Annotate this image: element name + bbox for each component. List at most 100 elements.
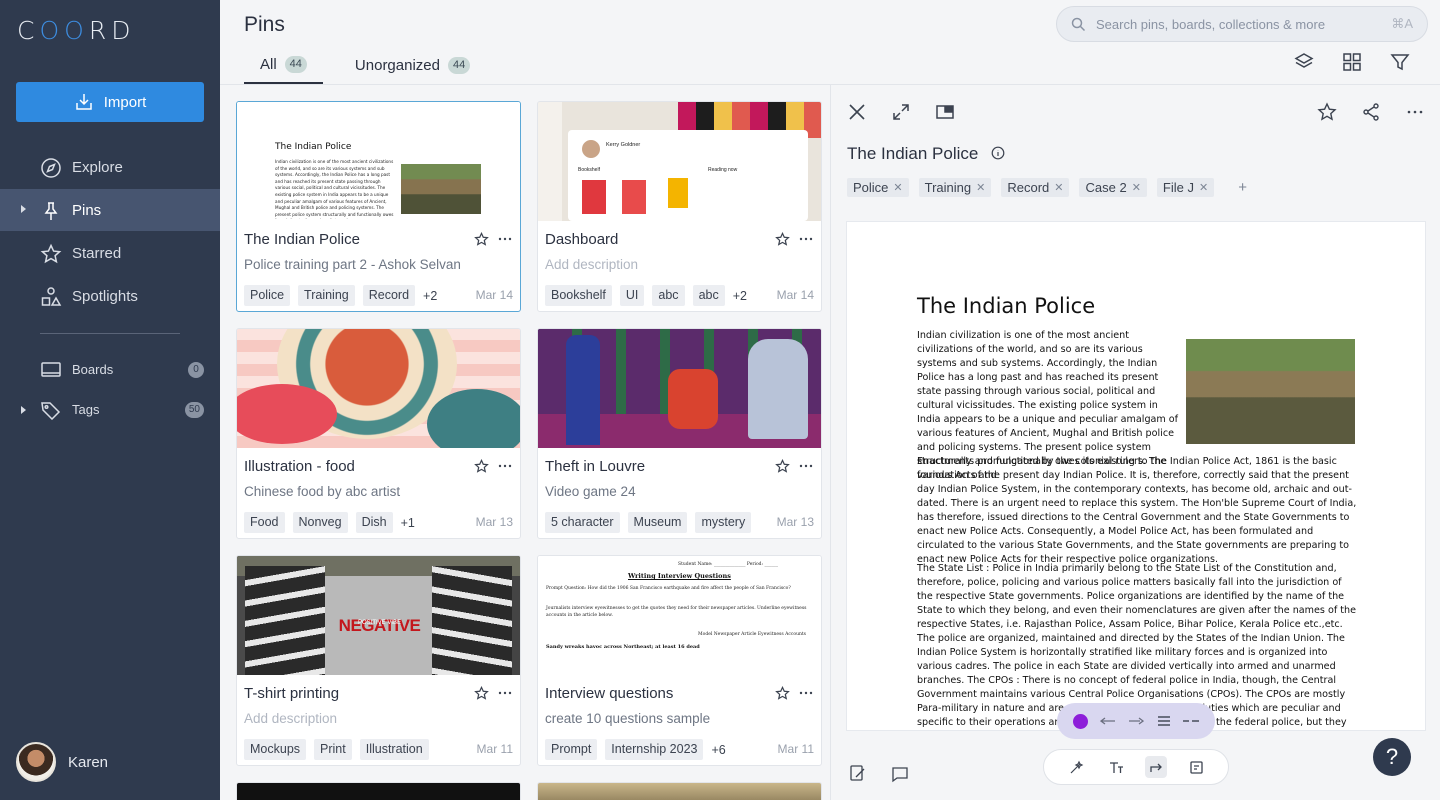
- tag-chip[interactable]: Record: [362, 285, 416, 306]
- more-tags-count[interactable]: +2: [423, 289, 437, 303]
- user-profile[interactable]: Karen: [16, 742, 108, 782]
- document-photo: [1186, 339, 1355, 444]
- star-icon[interactable]: [775, 459, 790, 474]
- layers-icon[interactable]: [1294, 52, 1314, 72]
- add-tag-button[interactable]: +: [1238, 179, 1247, 196]
- document-preview[interactable]: The Indian Police Indian civilization is…: [846, 221, 1426, 731]
- info-icon[interactable]: [991, 146, 1005, 160]
- remove-tag-icon[interactable]: ✕: [1132, 181, 1141, 194]
- color-picker[interactable]: [1073, 713, 1089, 729]
- arrow-end-icon[interactable]: [1128, 716, 1145, 726]
- nav-spotlights[interactable]: Spotlights: [0, 275, 220, 317]
- more-icon[interactable]: [798, 458, 814, 474]
- pin-card[interactable]: Kerry Goldner Bookshelf Reading now Dash…: [537, 101, 822, 312]
- note-tool-icon[interactable]: [1185, 756, 1207, 778]
- star-icon[interactable]: [775, 232, 790, 247]
- dashed-line-icon[interactable]: [1182, 719, 1199, 723]
- nav-starred[interactable]: Starred: [0, 232, 220, 274]
- app-logo[interactable]: COORD: [17, 16, 135, 45]
- more-icon[interactable]: [798, 685, 814, 701]
- more-icon[interactable]: [1405, 102, 1425, 122]
- tag-chip[interactable]: Police ✕: [847, 178, 909, 197]
- help-button[interactable]: ?: [1373, 738, 1411, 776]
- tab-all[interactable]: All 44: [244, 46, 323, 84]
- tag-chip[interactable]: Illustration: [359, 739, 429, 760]
- star-icon[interactable]: [474, 232, 489, 247]
- tag-chip[interactable]: Mockups: [244, 739, 307, 760]
- pin-card[interactable]: [537, 782, 822, 800]
- thumb-worksheet-heading: Writing Interview Questions: [628, 572, 731, 580]
- filter-icon[interactable]: [1390, 52, 1410, 72]
- search-box[interactable]: ⌘A: [1056, 6, 1428, 42]
- search-input[interactable]: [1096, 16, 1382, 32]
- remove-tag-icon[interactable]: ✕: [1199, 181, 1208, 194]
- tag-chip[interactable]: Case 2 ✕: [1079, 178, 1147, 197]
- more-icon[interactable]: [497, 231, 513, 247]
- import-button[interactable]: Import: [16, 82, 204, 122]
- tag-chip[interactable]: UI: [619, 285, 645, 306]
- pin-card[interactable]: Illustration - food Chinese food by abc …: [236, 328, 521, 539]
- pin-card[interactable]: [236, 782, 521, 800]
- line-weight-icon[interactable]: [1157, 715, 1171, 727]
- tag-chip[interactable]: Prompt: [545, 739, 598, 760]
- nav-tags[interactable]: Tags 50: [0, 393, 220, 427]
- pin-card[interactable]: Theft in Louvre Video game 24 5 characte…: [537, 328, 822, 539]
- comment-icon[interactable]: [891, 765, 909, 783]
- arrow-start-icon[interactable]: [1100, 716, 1116, 726]
- tag-chip[interactable]: Print: [314, 739, 352, 760]
- arrow-tool-icon[interactable]: [1145, 756, 1167, 778]
- tag-chip[interactable]: Record ✕: [1001, 178, 1070, 197]
- tag-chip[interactable]: 5 character: [545, 512, 620, 533]
- more-icon[interactable]: [798, 231, 814, 247]
- remove-tag-icon[interactable]: ✕: [976, 181, 985, 194]
- pin-card[interactable]: NEGATIVE POSITIVE VIBE T-shirt printing …: [236, 555, 521, 766]
- tag-chip[interactable]: Bookshelf: [545, 285, 612, 306]
- tag-icon: [41, 402, 61, 420]
- tag-chip[interactable]: abc: [692, 285, 725, 306]
- remove-tag-icon[interactable]: ✕: [893, 181, 902, 194]
- remove-tag-icon[interactable]: ✕: [1054, 181, 1063, 194]
- caret-right-icon[interactable]: [21, 205, 26, 213]
- tag-chip[interactable]: Training: [298, 285, 355, 306]
- star-icon[interactable]: [474, 459, 489, 474]
- star-icon[interactable]: [1317, 102, 1337, 122]
- share-icon[interactable]: [1361, 102, 1381, 122]
- tab-unorganized[interactable]: Unorganized 44: [339, 46, 486, 84]
- close-icon[interactable]: [847, 102, 867, 122]
- card-description-placeholder[interactable]: Add description: [244, 711, 337, 726]
- card-description-placeholder[interactable]: Add description: [545, 257, 638, 272]
- tag-chip[interactable]: Dish: [355, 512, 393, 533]
- pin-card[interactable]: Student Name: ______________ Period: ___…: [537, 555, 822, 766]
- more-icon[interactable]: [497, 458, 513, 474]
- tag-chip[interactable]: Nonveg: [292, 512, 348, 533]
- tag-chip[interactable]: Internship 2023: [605, 739, 704, 760]
- more-tags-count[interactable]: +2: [733, 289, 747, 303]
- star-icon[interactable]: [775, 686, 790, 701]
- pin-grid: The Indian Police Indian civilization is…: [236, 101, 822, 800]
- magic-pen-icon[interactable]: [1065, 756, 1087, 778]
- sidebar: COORD Import Explore Pins Starred Spotli…: [0, 0, 220, 800]
- compass-icon: [41, 158, 61, 178]
- caret-right-icon[interactable]: [21, 406, 26, 414]
- tag-chip[interactable]: File J ✕: [1156, 178, 1215, 197]
- tag-chip[interactable]: Museum: [627, 512, 688, 533]
- nav-pins[interactable]: Pins: [0, 189, 220, 231]
- tag-chip[interactable]: abc: [652, 285, 685, 306]
- pin-title[interactable]: The Indian Police: [847, 144, 1005, 164]
- tag-chip[interactable]: Training ✕: [918, 178, 992, 197]
- tag-chip[interactable]: Food: [244, 512, 285, 533]
- text-tool-icon[interactable]: [1105, 756, 1127, 778]
- pin-card[interactable]: The Indian Police Indian civilization is…: [236, 101, 521, 312]
- nav-explore[interactable]: Explore: [0, 146, 220, 188]
- tag-chip[interactable]: mystery: [695, 512, 752, 533]
- more-icon[interactable]: [497, 685, 513, 701]
- grid-view-icon[interactable]: [1342, 52, 1362, 72]
- more-tags-count[interactable]: +1: [401, 516, 415, 530]
- expand-icon[interactable]: [891, 102, 911, 122]
- nav-boards[interactable]: Boards 0: [0, 353, 220, 387]
- tag-chip[interactable]: Police: [244, 285, 291, 306]
- edit-document-icon[interactable]: [849, 764, 867, 782]
- picture-in-picture-icon[interactable]: [935, 102, 955, 122]
- star-icon[interactable]: [474, 686, 489, 701]
- more-tags-count[interactable]: +6: [711, 743, 725, 757]
